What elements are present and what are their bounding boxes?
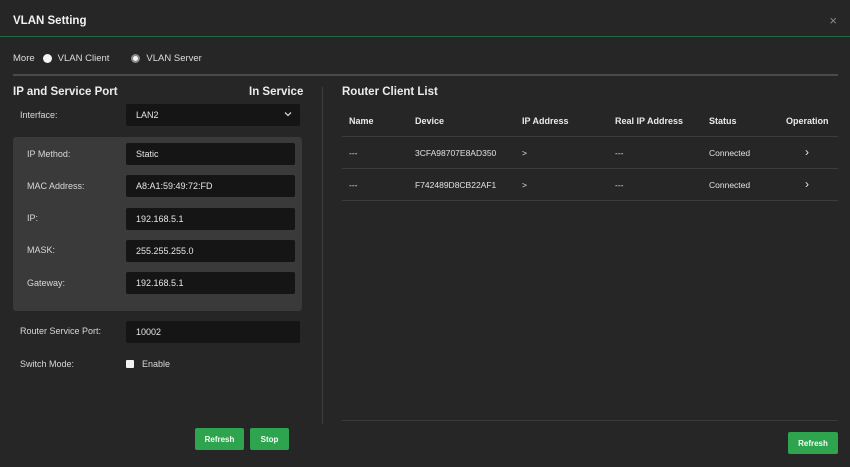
cell-device: F742489D8CB22AF1 <box>415 180 497 190</box>
router-service-port-value: 10002 <box>136 327 162 337</box>
divider <box>13 74 838 76</box>
table-header-divider <box>342 136 838 137</box>
ip-method-value: Static <box>136 149 159 159</box>
column-header-operation: Operation <box>786 116 829 126</box>
ip-service-port-title: IP and Service Port <box>13 86 118 98</box>
row-divider <box>342 200 838 201</box>
mask-field[interactable]: 255.255.255.0 <box>126 240 295 262</box>
cell-real-ip-address: --- <box>615 148 624 158</box>
gateway-label: Gateway: <box>27 278 66 288</box>
mac-address-label: MAC Address: <box>27 181 85 191</box>
dialog-title: VLAN Setting <box>13 15 87 27</box>
ip-method-label: IP Method: <box>27 149 71 159</box>
row-operation-chevron-icon[interactable]: › <box>805 145 809 159</box>
cell-device: 3CFA98707E8AD350 <box>415 148 497 158</box>
right-refresh-button[interactable]: Refresh <box>788 432 838 454</box>
row-operation-chevron-icon[interactable]: › <box>805 177 809 191</box>
column-header-name: Name <box>349 116 374 126</box>
mask-label: MASK: <box>27 245 56 255</box>
cell-name: --- <box>349 180 358 190</box>
title-bar: VLAN Setting × <box>0 0 850 37</box>
stop-button[interactable]: Stop <box>250 428 289 450</box>
switch-mode-label: Switch Mode: <box>20 359 75 369</box>
mode-selector: More VLAN Client VLAN Server <box>13 51 202 65</box>
cell-ip-address[interactable]: > <box>522 148 527 158</box>
vlan-setting-dialog: VLAN Setting × More VLAN Client VLAN Ser… <box>0 0 850 467</box>
close-icon[interactable]: × <box>829 13 837 28</box>
switch-mode-checkbox[interactable] <box>126 360 134 368</box>
ip-method-field[interactable]: Static <box>126 143 295 165</box>
column-header-status: Status <box>709 116 737 126</box>
mode-label: More <box>13 52 35 64</box>
ip-label: IP: <box>27 213 39 223</box>
router-service-port-label: Router Service Port: <box>20 326 102 336</box>
router-client-list-title: Router Client List <box>342 86 438 98</box>
mac-address-field[interactable]: A8:A1:59:49:72:FD <box>126 175 295 197</box>
cell-status: Connected <box>709 148 751 158</box>
radio-vlan-server[interactable] <box>131 53 141 63</box>
mask-value: 255.255.255.0 <box>136 246 194 256</box>
switch-mode-enable-label[interactable]: Enable <box>142 359 170 369</box>
column-header-device: Device <box>415 116 445 126</box>
radio-vlan-client-label[interactable]: VLAN Client <box>58 53 110 64</box>
radio-vlan-server-label[interactable]: VLAN Server <box>146 53 201 64</box>
ip-value: 192.168.5.1 <box>136 214 184 224</box>
service-status: In Service <box>249 86 304 98</box>
radio-vlan-client[interactable] <box>42 53 52 63</box>
chevron-down-icon <box>283 109 293 121</box>
interface-value: LAN2 <box>136 110 159 120</box>
cell-name: --- <box>349 148 358 158</box>
cell-status: Connected <box>709 180 751 190</box>
mac-address-value: A8:A1:59:49:72:FD <box>136 181 213 191</box>
interface-select[interactable]: LAN2 <box>126 104 300 126</box>
gateway-field[interactable]: 192.168.5.1 <box>126 272 295 294</box>
cell-ip-address[interactable]: > <box>522 180 527 190</box>
row-divider <box>342 168 838 169</box>
gateway-value: 192.168.5.1 <box>136 278 184 288</box>
ip-field[interactable]: 192.168.5.1 <box>126 208 295 230</box>
vertical-divider <box>322 87 323 424</box>
column-header-real-ip-address: Real IP Address <box>615 116 684 126</box>
cell-real-ip-address: --- <box>615 180 624 190</box>
left-refresh-button[interactable]: Refresh <box>195 428 244 450</box>
interface-label: Interface: <box>20 110 58 120</box>
router-service-port-input[interactable]: 10002 <box>126 321 300 343</box>
column-header-ip-address: IP Address <box>522 116 569 126</box>
table-bottom-divider <box>342 420 838 421</box>
